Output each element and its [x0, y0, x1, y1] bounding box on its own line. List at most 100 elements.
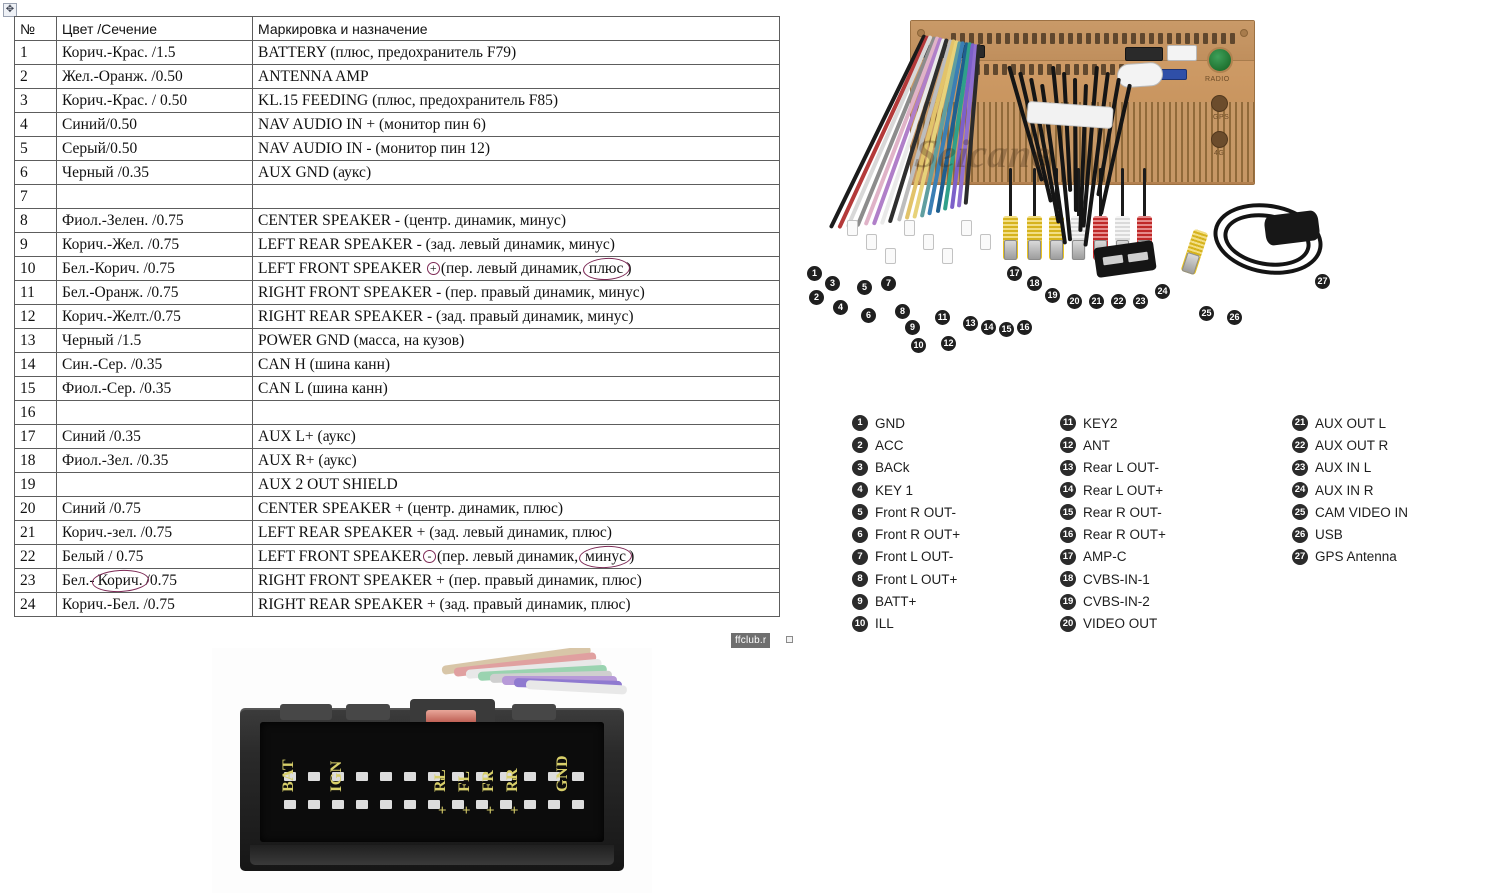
- legend-item-label: CAM VIDEO IN: [1315, 504, 1409, 520]
- cell-marking-purpose: RIGHT FRONT SPEAKER - (пер. правый динам…: [252, 280, 780, 305]
- cell-marking-purpose: AUX 2 OUT SHIELD: [252, 472, 780, 497]
- cell-color-section: Черный /1.5: [56, 328, 253, 353]
- table-header-row: № Цвет /Сечение Маркировка и назначение: [14, 16, 780, 41]
- cell-number: 22: [14, 544, 57, 569]
- photo-callout-2: 2: [809, 290, 824, 305]
- wire-label-tag: [961, 220, 972, 236]
- legend-item-label: VIDEO OUT: [1083, 616, 1158, 632]
- photo-callout-23: 23: [1133, 294, 1148, 309]
- cell-number: 3: [14, 88, 57, 113]
- table-row: 17 Синий /0.35 AUX L+ (аукс): [14, 424, 780, 449]
- legend-number-badge: 10: [852, 615, 868, 632]
- cell-color-section: Фиол.-Зелен. /0.75: [56, 208, 253, 233]
- cell-color-section: Синий /0.35: [56, 424, 253, 449]
- legend-item: 19 CVBS-IN-2: [1060, 590, 1166, 612]
- rca-grip-rings: [1003, 216, 1018, 242]
- cell-number: 11: [14, 280, 57, 305]
- legend-item: 17 AMP-C: [1060, 546, 1166, 568]
- cell-color-section: Фиол.-Зел. /0.35: [56, 448, 253, 473]
- rca-grip-rings: [1027, 216, 1042, 242]
- connector-pin: [524, 800, 536, 809]
- photo-callout-26: 26: [1227, 310, 1242, 325]
- cell-marking-purpose: AUX R+ (аукс): [252, 448, 780, 473]
- legend-item-label: AUX OUT R: [1315, 437, 1389, 453]
- cell-color-section: Черный /0.35: [56, 160, 253, 185]
- legend-item: 15 Rear R OUT-: [1060, 501, 1166, 523]
- legend-item-label: Rear L OUT-: [1083, 460, 1160, 476]
- cell-number: 21: [14, 520, 57, 545]
- legend-number-badge: 15: [1060, 504, 1076, 521]
- legend-item: 6 Front R OUT+: [852, 523, 960, 545]
- table-row: 20 Синий /0.75 CENTER SPEAKER + (центр. ди…: [14, 496, 780, 521]
- legend-item-label: AUX OUT L: [1315, 415, 1387, 431]
- connector-minus-sign: -: [512, 771, 517, 787]
- annotation-circle-color: Корич.: [95, 572, 146, 590]
- radio-antenna-jack: [1207, 47, 1233, 73]
- legend-number-badge: 20: [1060, 615, 1076, 632]
- connector-bottom-lip: [250, 845, 614, 865]
- legend-number-badge: 17: [1060, 548, 1076, 565]
- vent-row-second: [966, 64, 1124, 75]
- shell-notch-3: [512, 704, 556, 720]
- cell-number: 19: [14, 472, 57, 497]
- legend-number-badge: 18: [1060, 571, 1076, 588]
- cell-marking-purpose: LEFT FRONT SPEAKER - (пер. левый динамик, …: [252, 544, 780, 569]
- connector-plus-sign: +: [462, 803, 471, 819]
- photo-callout-27: 27: [1315, 274, 1330, 289]
- legend-item-label: Front L OUT-: [875, 549, 954, 565]
- cell-number: 24: [14, 592, 57, 617]
- photo-callout-4: 4: [833, 300, 848, 315]
- table-row: 1 Корич.-Крас. /1.5 BATTERY (плюс, предохр…: [14, 40, 780, 65]
- photo-callout-7: 7: [881, 276, 896, 291]
- marking-text-prefix: LEFT FRONT SPEAKER: [258, 547, 422, 565]
- table-resize-handle[interactable]: [786, 636, 793, 643]
- connector-plus-sign: +: [438, 803, 447, 819]
- legend-item-label: GND: [875, 415, 905, 431]
- rca-plug: [1027, 216, 1042, 260]
- cell-marking-purpose: LEFT REAR SPEAKER - (зад. левый динамик,…: [252, 232, 780, 257]
- cell-color-section: Фиол.-Сер. /0.35: [56, 376, 253, 401]
- wire-label-tag: [847, 220, 858, 236]
- table-row: 18 Фиол.-Зел. /0.35 AUX R+ (аукс): [14, 448, 780, 473]
- legend-item-label: ANT: [1083, 437, 1110, 453]
- connector-white-a: [1167, 45, 1197, 61]
- col-header-marking-purpose: Маркировка и назначение: [252, 16, 780, 41]
- col-header-color-section: Цвет /Сечение: [56, 16, 253, 41]
- legend-number-badge: 6: [852, 526, 868, 543]
- annotation-circle-polarity: плюс: [586, 260, 627, 278]
- legend-number-badge: 16: [1060, 526, 1076, 543]
- photo-callout-25: 25: [1199, 306, 1214, 321]
- legend-item-label: AUX IN R: [1315, 482, 1374, 498]
- legend-item: 24 AUX IN R: [1292, 479, 1408, 501]
- table-row: 24 Корич.-Бел. /0.75 RIGHT REAR SPEAKER + …: [14, 592, 780, 617]
- cell-number: 9: [14, 232, 57, 257]
- cell-marking-purpose: BATTERY (плюс, предохранитель F79): [252, 40, 780, 65]
- cell-color-section: Бел.-Оранж. /0.75: [56, 280, 253, 305]
- connector-minus-sign: -: [488, 771, 493, 787]
- cell-color-section: Синий /0.75: [56, 496, 253, 521]
- connector-pin: [380, 800, 392, 809]
- legend-number-badge: 2: [852, 437, 868, 454]
- connector-iso-dark: [1125, 47, 1163, 61]
- annotation-circle-polarity: минус: [582, 548, 629, 566]
- pin-legend: 1 GND 2 ACC 3 BACk 4 KEY 1 5 Front R OUT- 6 Front R…: [852, 412, 1482, 642]
- cell-marking-purpose: CAN H (шина канн): [252, 352, 780, 377]
- table-move-handle-icon[interactable]: ✥: [3, 3, 17, 17]
- legend-number-badge: 25: [1292, 504, 1308, 521]
- cell-marking-purpose: CAN L (шина канн): [252, 376, 780, 401]
- legend-item-label: Front R OUT-: [875, 504, 957, 520]
- legend-item: 4 KEY 1: [852, 479, 960, 501]
- rca-grip-rings: [1137, 216, 1152, 242]
- legend-item-label: USB: [1315, 527, 1343, 543]
- cell-marking-purpose: [252, 400, 780, 425]
- head-unit-photo: RADIO GPS 4G Seicane 1 2 3 4 5 6 7 8 9 10 11 12 13 14…: [795, 8, 1485, 353]
- table-row: 12 Корич.-Желт./0.75 RIGHT REAR SPEAKER - …: [14, 304, 780, 329]
- legend-number-badge: 4: [852, 482, 868, 499]
- photo-callout-9: 9: [905, 320, 920, 335]
- table-row: 5 Серый/0.50 NAV AUDIO IN - (монитор пин 1…: [14, 136, 780, 161]
- connector-pin: [404, 772, 416, 781]
- cell-number: 4: [14, 112, 57, 137]
- photo-callout-3: 3: [825, 276, 840, 291]
- legend-item-label: ACC: [875, 437, 904, 453]
- connector-plus-sign: +: [510, 803, 519, 819]
